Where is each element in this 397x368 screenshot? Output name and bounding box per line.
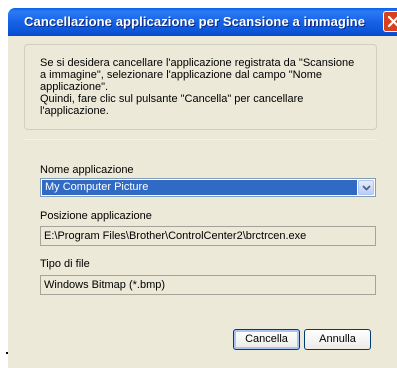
- app-name-label: Nome applicazione: [40, 164, 134, 176]
- instructions-text: Se si desidera cancellare l'applicazione…: [40, 57, 355, 117]
- close-button[interactable]: [383, 11, 397, 32]
- filetype-value: Windows Bitmap (*.bmp): [44, 279, 166, 291]
- app-name-value: My Computer Picture: [45, 181, 149, 193]
- corner-marker: [6, 352, 8, 354]
- window-title: Cancellazione applicazione per Scansione…: [24, 14, 366, 29]
- delete-button[interactable]: Cancella: [233, 329, 300, 350]
- app-name-select[interactable]: My Computer Picture: [40, 178, 376, 197]
- title-bar[interactable]: Cancellazione applicazione per Scansione…: [8, 8, 397, 36]
- location-label: Posizione applicazione: [40, 210, 152, 222]
- location-value: E:\Program Files\Brother\ControlCenter2\…: [44, 230, 307, 242]
- close-icon: [387, 15, 397, 28]
- chevron-down-icon: [362, 185, 371, 191]
- window-frame-left: [0, 36, 8, 368]
- separator: [24, 139, 377, 140]
- filetype-label: Tipo di file: [40, 258, 90, 270]
- location-field: E:\Program Files\Brother\ControlCenter2\…: [40, 226, 376, 246]
- app-name-selection: My Computer Picture: [42, 180, 357, 195]
- dropdown-button[interactable]: [358, 180, 374, 195]
- cancel-button[interactable]: Annulla: [304, 329, 371, 350]
- filetype-field: Windows Bitmap (*.bmp): [40, 275, 376, 295]
- dialog-window: Cancellazione applicazione per Scansione…: [0, 0, 397, 368]
